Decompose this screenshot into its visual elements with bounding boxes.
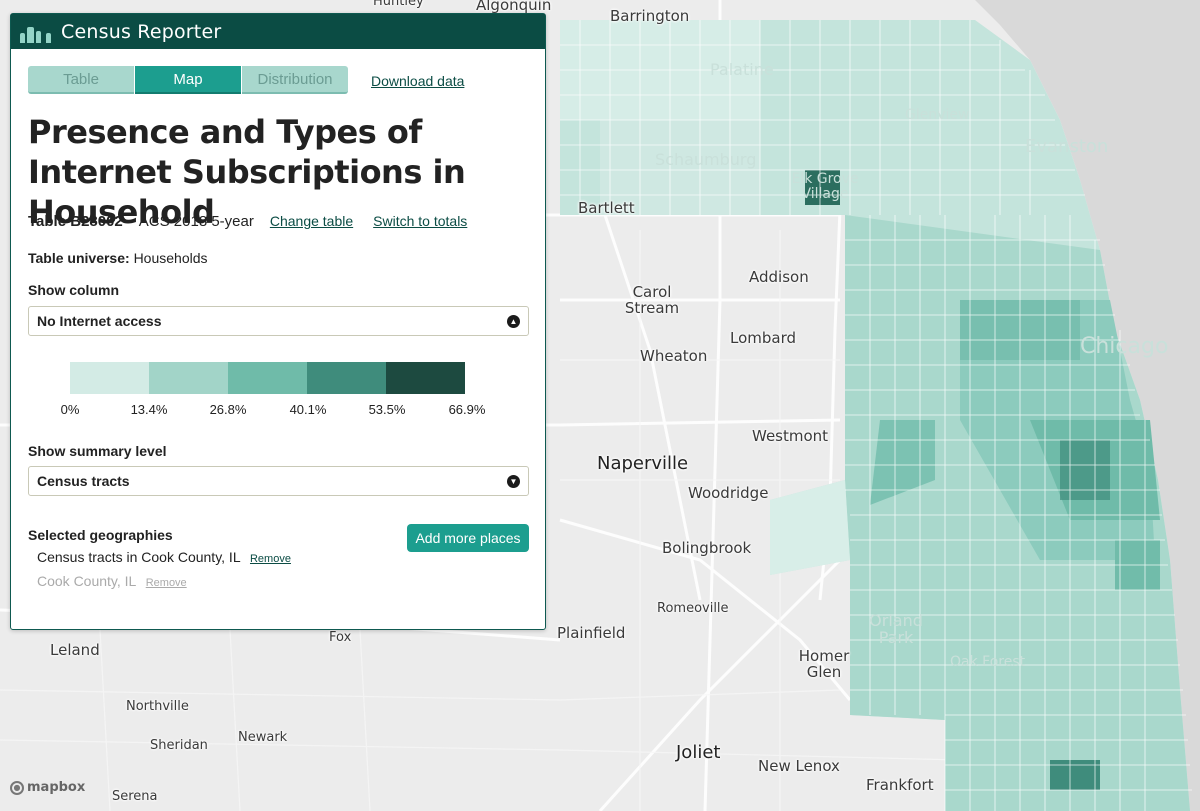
tab-table[interactable]: Table xyxy=(28,66,134,94)
column-select-value: No Internet access xyxy=(37,313,162,329)
geography-item: Census tracts in Cook County, IL Remove xyxy=(37,549,291,565)
download-data-link[interactable]: Download data xyxy=(371,73,464,89)
map-label-bartlett: Bartlett xyxy=(578,199,635,217)
map-label-evanston: Evanston xyxy=(1025,136,1109,157)
legend-break-5: 66.9% xyxy=(448,402,486,417)
summary-level-select[interactable]: Census tracts ▼ xyxy=(28,466,529,496)
view-tabs: Table Map Distribution xyxy=(28,66,348,94)
app-title[interactable]: Census Reporter xyxy=(61,21,221,43)
map-label-oak-forest: Oak Forest xyxy=(950,654,1026,670)
map-label-frankfort: Frankfort xyxy=(866,776,934,794)
legend-break-4: 53.5% xyxy=(368,402,406,417)
map-label-orland-park: Orland Park xyxy=(869,611,923,647)
table-id: Table B28002 xyxy=(28,213,123,230)
map-label-sheridan: Sheridan xyxy=(150,738,208,753)
map-label-chicago: Chicago xyxy=(1080,334,1169,359)
tab-distribution[interactable]: Distribution xyxy=(242,66,348,94)
geography-name: Census tracts in Cook County, IL xyxy=(37,549,241,565)
column-select[interactable]: No Internet access ▲ xyxy=(28,306,529,336)
map-label-plainfield: Plainfield xyxy=(557,624,626,642)
tab-map[interactable]: Map xyxy=(135,66,241,94)
geography-name: Cook County, IL xyxy=(37,573,136,589)
show-column-label: Show column xyxy=(28,282,119,298)
selected-geographies-label: Selected geographies xyxy=(28,527,173,543)
map-label-palatine: Palatine xyxy=(710,60,774,79)
remove-geography-link[interactable]: Remove xyxy=(146,577,187,589)
summary-level-label: Show summary level xyxy=(28,443,167,459)
map-control-panel: Census Reporter Table Map Distribution D… xyxy=(10,13,546,630)
table-universe: Table universe: Households xyxy=(28,250,208,266)
map-label-new-lenox: New Lenox xyxy=(758,757,840,775)
map-label-joliet: Joliet xyxy=(676,742,721,763)
map-label-glenview: Glenview xyxy=(905,107,970,123)
map-label-homer-glen: Homer Glen xyxy=(798,647,850,681)
change-table-link[interactable]: Change table xyxy=(270,213,353,229)
mapbox-wordmark: mapbox xyxy=(27,780,86,795)
legend-break-1: 13.4% xyxy=(130,402,168,417)
legend-break-0: 0% xyxy=(60,402,80,417)
remove-geography-link[interactable]: Remove xyxy=(250,553,291,565)
census-reporter-logo-icon xyxy=(20,21,51,43)
legend-labels: 0% 13.4% 26.8% 40.1% 53.5% 66.9% xyxy=(28,402,548,418)
chevron-up-icon: ▲ xyxy=(507,314,520,328)
map-label-westmont: Westmont xyxy=(752,427,829,445)
map-label-carol-stream: Carol Stream xyxy=(624,283,680,317)
map-label-serena: Serena xyxy=(112,789,158,804)
universe-value: Households xyxy=(133,250,208,266)
legend-break-2: 26.8% xyxy=(209,402,247,417)
release-name: ACS 2018 5-year xyxy=(138,213,254,230)
map-label-leland: Leland xyxy=(50,641,100,659)
add-more-places-button[interactable]: Add more places xyxy=(407,524,529,552)
map-label-naperville: Naperville xyxy=(597,453,689,474)
legend-swatch-2 xyxy=(149,362,228,394)
map-label-lombard: Lombard xyxy=(730,329,797,347)
map-label-newark: Newark xyxy=(238,730,288,745)
map-label-addison: Addison xyxy=(749,268,809,286)
mapbox-attribution[interactable]: ● mapbox xyxy=(10,780,85,795)
switch-to-totals-link[interactable]: Switch to totals xyxy=(373,213,467,229)
legend-swatch-4 xyxy=(307,362,386,394)
geography-item: Cook County, IL Remove xyxy=(37,573,187,589)
map-label-algonquin: Algonquin xyxy=(476,0,552,14)
legend-break-3: 40.1% xyxy=(289,402,327,417)
mapbox-logo-icon: ● xyxy=(10,780,24,795)
map-label-fox: Fox xyxy=(329,630,352,645)
legend-swatch-5 xyxy=(386,362,465,394)
map-label-romeoville: Romeoville xyxy=(657,601,729,616)
legend-swatch-1 xyxy=(70,362,149,394)
map-label-northville: Northville xyxy=(126,699,189,714)
map-label-huntley: Huntley xyxy=(373,0,424,9)
legend-swatch-3 xyxy=(228,362,307,394)
map-label-schaumburg: Schaumburg xyxy=(655,150,757,169)
summary-level-value: Census tracts xyxy=(37,473,130,489)
map-label-wheaton: Wheaton xyxy=(640,347,708,365)
universe-label: Table universe: xyxy=(28,250,130,266)
map-label-bolingbrook: Bolingbrook xyxy=(662,539,752,557)
map-label-barrington: Barrington xyxy=(610,7,690,25)
map-label-elk-grove: Elk Grove Village xyxy=(791,171,859,202)
choropleth-legend xyxy=(70,362,465,394)
panel-header: Census Reporter xyxy=(11,14,545,49)
map-label-woodridge: Woodridge xyxy=(688,484,769,502)
table-meta: Table B28002 ACS 2018 5-year Change tabl… xyxy=(28,213,467,230)
chevron-down-icon: ▼ xyxy=(507,474,520,488)
